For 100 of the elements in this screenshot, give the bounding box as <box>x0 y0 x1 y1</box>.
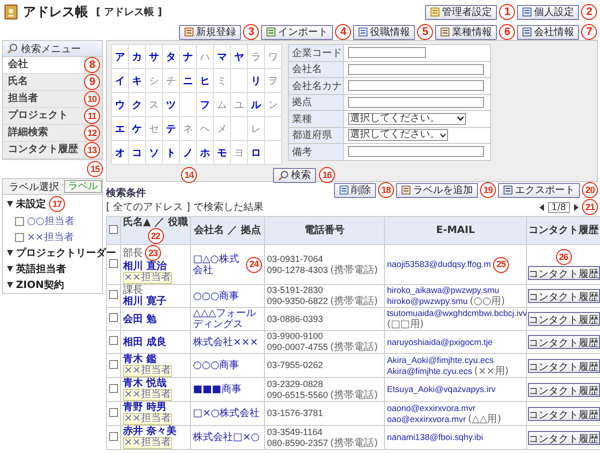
contact-history-button[interactable]: コンタクト履歴 <box>528 382 600 396</box>
contact-history-button[interactable]: コンタクト履歴 <box>528 266 600 280</box>
menu-item[interactable]: コンタクト履歴 <box>3 142 84 158</box>
action-button[interactable]: エクスポート <box>498 182 580 198</box>
action-button[interactable]: ラベルを追加 <box>396 182 478 198</box>
toolbar-button[interactable]: 会社情報 <box>517 24 579 40</box>
checkbox[interactable] <box>109 408 118 416</box>
kana-cell[interactable]: オ <box>112 141 128 164</box>
input-field[interactable] <box>348 96 484 108</box>
checkbox[interactable] <box>109 290 118 299</box>
column-header[interactable]: 氏名▲ ／ 役職 <box>123 217 188 228</box>
kana-cell[interactable]: ル <box>248 93 264 116</box>
email-link[interactable]: oao@exxirxvora.mvr <box>387 414 466 424</box>
input-field[interactable] <box>348 146 484 158</box>
contact-history-button[interactable]: コンタクト履歴 <box>528 312 600 326</box>
kana-cell[interactable]: テ <box>163 117 179 140</box>
person-name-link[interactable]: 相川 寛子 <box>123 296 188 307</box>
person-name-link[interactable]: 赤井 奈々美 <box>123 426 188 437</box>
menu-item[interactable]: 担当者 <box>3 91 84 107</box>
kana-cell[interactable]: リ <box>248 69 264 92</box>
kana-cell[interactable]: ヒ <box>197 69 213 92</box>
checkbox[interactable] <box>109 384 118 392</box>
checkbox[interactable] <box>109 313 118 322</box>
checkbox[interactable] <box>109 432 118 440</box>
email-link[interactable]: oaono@exxirxvora.mvr <box>387 402 476 414</box>
next-page-icon[interactable] <box>572 202 580 212</box>
kana-cell[interactable]: ホ <box>197 141 213 164</box>
email-link[interactable]: hiroko_aikawa@pwzwpy.smu <box>387 285 500 296</box>
contact-history-button[interactable]: コンタクト履歴 <box>528 289 600 303</box>
contact-history-button[interactable]: コンタクト履歴 <box>528 430 600 444</box>
menu-item[interactable]: 会社 <box>3 57 84 73</box>
checkbox[interactable] <box>109 258 118 268</box>
checkbox[interactable] <box>109 360 118 368</box>
person-name-link[interactable]: 青野 時男 <box>123 402 188 413</box>
email-link[interactable]: Akira@fimjhte.cyu.ecs <box>387 366 472 376</box>
input-field[interactable] <box>348 64 484 75</box>
kana-cell[interactable]: ニ <box>180 69 196 92</box>
kana-cell[interactable]: ケ <box>129 117 145 140</box>
menu-item[interactable]: 氏名 <box>3 74 84 90</box>
checkbox[interactable] <box>109 224 118 234</box>
email-link[interactable]: Akira_Aoki@fimjhte.cyu.ecs <box>387 354 494 366</box>
kana-cell[interactable]: タ <box>163 45 179 68</box>
tree-node[interactable]: ZION契約 <box>16 278 64 292</box>
contact-history-button[interactable]: コンタクト履歴 <box>528 335 600 349</box>
select-field[interactable]: 選択してください。 <box>348 129 448 142</box>
checkbox[interactable] <box>15 232 24 242</box>
company-link[interactable]: □△○株式会社 <box>193 254 244 276</box>
email-link[interactable]: tsutomuaida@wxghdcmbwi.bcbcj.ivv <box>387 308 528 319</box>
kana-cell[interactable]: フ <box>197 93 213 116</box>
contact-history-button[interactable]: コンタクト履歴 <box>528 406 600 420</box>
label-option[interactable]: ××担当者 <box>27 230 74 244</box>
expand-icon[interactable] <box>7 282 13 288</box>
page-select[interactable]: 1/8 <box>548 202 570 212</box>
expand-icon[interactable] <box>7 250 13 256</box>
header-button[interactable]: 管理者設定 <box>425 4 497 20</box>
kana-cell[interactable]: キ <box>129 69 145 92</box>
person-name-link[interactable]: 青木 鑑 <box>123 354 188 365</box>
kana-cell[interactable]: ソ <box>146 141 162 164</box>
kana-cell[interactable]: ヤ <box>231 45 247 68</box>
toolbar-button[interactable]: 役職情報 <box>353 24 415 40</box>
kana-cell[interactable]: サ <box>146 45 162 68</box>
email-link[interactable]: naoji53583@dudqsy.ffog.m <box>387 259 491 270</box>
menu-item[interactable]: 詳細検索 <box>3 125 84 141</box>
kana-cell[interactable]: モ <box>214 141 230 164</box>
input-field[interactable] <box>348 80 484 92</box>
input-field[interactable] <box>348 47 426 58</box>
chevron-down-icon[interactable] <box>457 116 464 122</box>
kana-cell[interactable]: イ <box>112 69 128 92</box>
expand-icon[interactable] <box>7 266 13 272</box>
kana-cell[interactable]: ツ <box>163 93 179 116</box>
email-link[interactable]: hiroko@pwzwpy.smu <box>387 296 468 307</box>
kana-cell[interactable]: コ <box>129 141 145 164</box>
person-name-link[interactable]: 相川 直治 <box>123 261 188 272</box>
kana-cell[interactable]: ア <box>112 45 128 68</box>
kana-cell[interactable]: マ <box>214 45 230 68</box>
kana-cell[interactable]: エ <box>112 117 128 140</box>
expand-icon[interactable] <box>7 201 13 207</box>
kana-cell[interactable]: ナ <box>180 45 196 68</box>
tree-node[interactable]: 英語担当者 <box>16 262 66 276</box>
person-name-link[interactable]: 青木 悦哉 <box>123 378 188 389</box>
kana-cell[interactable]: ロ <box>248 141 264 164</box>
search-button[interactable]: 検索 <box>273 168 316 182</box>
kana-cell[interactable]: ト <box>163 141 179 164</box>
kana-cell[interactable]: ク <box>129 93 145 116</box>
toolbar-button[interactable]: 業種情報 <box>435 24 497 40</box>
checkbox[interactable] <box>109 336 118 345</box>
menu-item[interactable]: プロジェクト <box>3 108 84 124</box>
checkbox[interactable] <box>15 216 24 226</box>
chevron-down-icon[interactable] <box>440 132 446 138</box>
label-option[interactable]: ○○担当者 <box>27 214 74 228</box>
action-button[interactable]: 削除 <box>334 182 376 198</box>
tree-node[interactable]: 未設定 <box>16 197 46 211</box>
header-button[interactable]: 個人設定 <box>517 4 579 20</box>
contact-history-button[interactable]: コンタクト履歴 <box>528 358 600 372</box>
select-field[interactable]: 選択してください。 <box>348 112 466 125</box>
previous-page-icon[interactable] <box>538 202 546 212</box>
kana-cell[interactable]: ノ <box>180 141 196 164</box>
kana-cell[interactable]: カ <box>129 45 145 68</box>
kana-cell[interactable]: ウ <box>112 93 128 116</box>
toolbar-button[interactable]: 新規登録 <box>179 24 241 40</box>
